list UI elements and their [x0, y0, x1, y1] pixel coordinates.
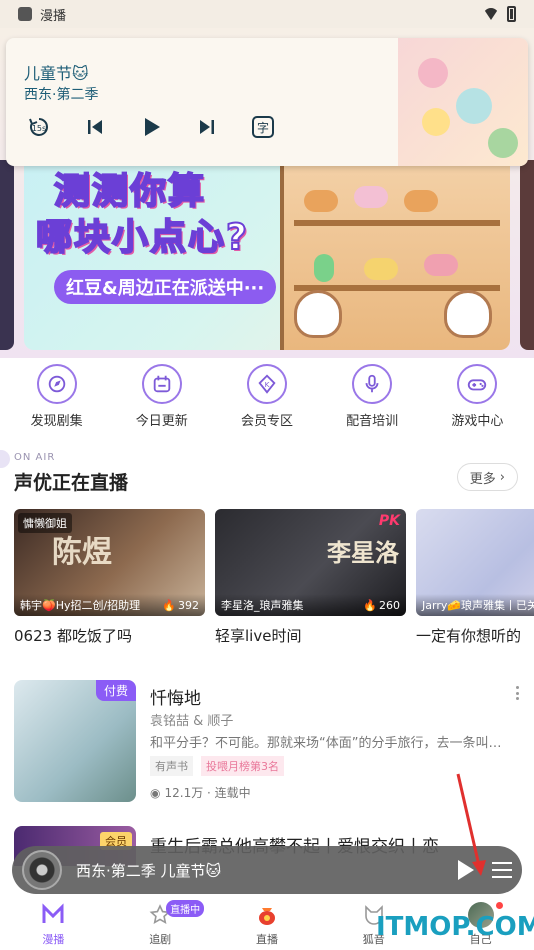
quicknav-label: 配音培训	[346, 414, 399, 429]
onair-decoration	[0, 450, 10, 468]
now-playing-card[interactable]: 儿童节🐱 西东·第二季 15s 字	[6, 38, 528, 166]
pk-badge: PK	[378, 513, 400, 529]
status-bar: 漫播	[0, 0, 534, 28]
live-thumbnail: Jarry🧀琅声雅集丨已关	[416, 509, 534, 616]
live-caption: 轻享live时间	[215, 627, 302, 645]
onair-label: ON AIR	[14, 452, 56, 463]
wifi-icon	[483, 8, 499, 20]
live-count: 260	[379, 598, 400, 612]
flame-icon: 🔥	[363, 598, 377, 612]
live-card[interactable]: Jarry🧀琅声雅集丨已关 一定有你想听的	[416, 509, 534, 646]
drama-author: 袁铭喆 & 顺子	[150, 714, 234, 729]
drama-tag: 有声书	[150, 756, 193, 776]
banner-headline-1: 测测你算	[53, 170, 207, 213]
mini-player-title: 西东·第二季 儿童节🐱	[76, 861, 222, 880]
live-meta: 李星洛_琅声雅集 🔥 260	[215, 594, 406, 616]
player-title: 儿童节🐱	[24, 64, 89, 83]
subtitle-button[interactable]: 字	[250, 114, 276, 140]
quicknav-label: 今日更新	[135, 414, 188, 429]
mic-icon	[352, 364, 393, 404]
tab-label: 直播	[255, 933, 278, 946]
battery-icon	[507, 6, 516, 22]
quicknav-today[interactable]: 今日更新	[117, 364, 207, 429]
quick-nav: 发现剧集 今日更新 K 会员专区 配音培训 游戏中心	[0, 364, 534, 429]
status-app-name: 漫播	[40, 8, 67, 24]
quicknav-label: 会员专区	[240, 414, 293, 429]
previous-button[interactable]	[82, 114, 108, 140]
gamepad-icon	[457, 364, 498, 404]
site-watermark: ITMOP.COM	[376, 912, 534, 942]
live-meta: Jarry🧀琅声雅集丨已关	[416, 594, 534, 616]
banner-next-peek[interactable]	[520, 160, 534, 350]
tab-follow[interactable]: 直播中 追剧	[120, 900, 205, 947]
vip-icon: K	[246, 364, 287, 404]
more-options-icon[interactable]	[516, 686, 520, 700]
tab-label: 追剧	[149, 933, 172, 946]
svg-text:K: K	[265, 380, 270, 389]
flame-icon: 🔥	[162, 598, 176, 612]
rewind-15s-button[interactable]: 15s	[26, 114, 52, 140]
live-card[interactable]: PK 李星洛 李星洛_琅声雅集 🔥 260 轻享live时间	[215, 509, 406, 646]
app-logo-icon	[18, 7, 32, 21]
quicknav-vip[interactable]: K 会员专区	[222, 364, 312, 429]
dessert-shelf-illustration	[280, 150, 510, 350]
live-count: 392	[178, 598, 199, 612]
tab-live[interactable]: 直播	[227, 902, 307, 947]
banner-pill: 红豆&周边正在派送中···	[54, 270, 277, 304]
live-card[interactable]: 慵懒御姐 陈煜 韩宇🍑Hy招二创/招助理 🔥 392 0623 都吃饭了吗	[14, 509, 205, 646]
play-button[interactable]	[138, 114, 164, 140]
live-host: Jarry🧀琅声雅集丨已关	[422, 599, 534, 612]
drama-title: 忏悔地	[150, 689, 201, 709]
live-caption: 一定有你想听的	[416, 627, 522, 645]
drama-views: 12.1万 · 连载中	[164, 786, 251, 800]
live-host: 韩宇🍑Hy招二创/招助理	[20, 599, 141, 612]
lucky-bag-icon	[254, 902, 280, 928]
live-section-title: 声优正在直播	[14, 472, 129, 494]
eye-icon: ◉	[150, 785, 161, 800]
quicknav-label: 发现剧集	[30, 414, 83, 429]
promo-banner[interactable]: 测测你算 哪块小点心? 红豆&周边正在派送中···	[24, 150, 510, 350]
live-host: 李星洛_琅声雅集	[221, 599, 304, 612]
live-carousel[interactable]: 慵懒御姐 陈煜 韩宇🍑Hy招二创/招助理 🔥 392 0623 都吃饭了吗 PK …	[14, 509, 534, 659]
drama-list-item[interactable]: 付费 忏悔地 袁铭喆 & 顺子 和平分手？不可能。那就来场“体面”的分手旅行，去…	[14, 680, 520, 802]
live-now-badge: 直播中	[166, 900, 205, 917]
more-label: 更多	[469, 471, 496, 487]
next-button[interactable]	[194, 114, 220, 140]
mini-player[interactable]: 西东·第二季 儿童节🐱	[12, 846, 522, 894]
live-meta: 韩宇🍑Hy招二创/招助理 🔥 392	[14, 594, 205, 616]
live-thumbnail: 慵懒御姐 陈煜 韩宇🍑Hy招二创/招助理 🔥 392	[14, 509, 205, 616]
drama-rank-tag: 投喂月榜第3名	[201, 756, 284, 776]
playlist-button[interactable]	[492, 862, 512, 878]
m-logo-icon	[40, 902, 66, 928]
quicknav-label: 游戏中心	[451, 414, 504, 429]
live-caption: 0623 都吃饭了吗	[14, 627, 132, 645]
banner-prev-peek[interactable]	[0, 160, 14, 350]
red-arrow-annotation	[456, 773, 486, 876]
notification-dot	[495, 902, 503, 909]
chevron-right-icon: ›	[499, 469, 505, 485]
disc-icon	[22, 850, 62, 890]
quicknav-discover[interactable]: 发现剧集	[12, 364, 102, 429]
live-thumbnail: PK 李星洛 李星洛_琅声雅集 🔥 260	[215, 509, 406, 616]
player-subtitle: 西东·第二季	[24, 87, 99, 103]
album-art	[398, 38, 528, 166]
drama-cover: 付费	[14, 680, 136, 802]
quicknav-training[interactable]: 配音培训	[327, 364, 417, 429]
calendar-icon	[141, 364, 182, 404]
live-more-button[interactable]: 更多 ›	[456, 463, 518, 491]
svg-text:15s: 15s	[32, 124, 46, 133]
tab-label: 漫播	[42, 933, 65, 946]
tab-manbo[interactable]: 漫播	[13, 902, 93, 947]
discover-icon	[36, 364, 77, 404]
paid-badge: 付费	[95, 680, 136, 701]
quicknav-games[interactable]: 游戏中心	[432, 364, 522, 429]
svg-text:字: 字	[257, 120, 269, 135]
drama-description: 和平分手？不可能。那就来场“体面”的分手旅行，去一条叫…	[150, 736, 502, 751]
banner-headline-2: 哪块小点心?	[35, 216, 249, 259]
